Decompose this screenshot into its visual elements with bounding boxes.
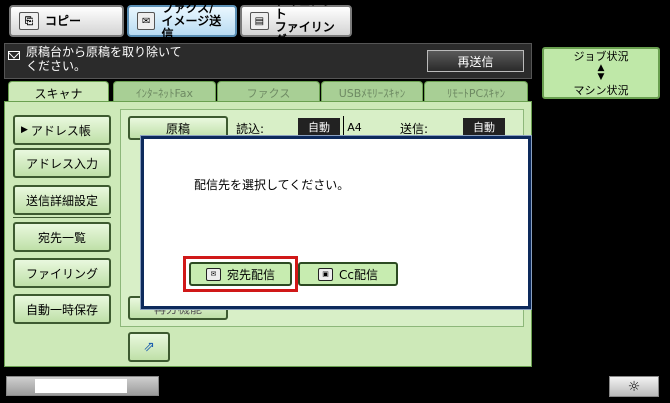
- copy-icon: ⎘: [19, 12, 39, 30]
- progress-bar: [6, 376, 159, 396]
- copy-mode-button[interactable]: ⎘ コピー: [9, 5, 124, 37]
- document-filing-label: ドキュメント ファイリング: [274, 0, 335, 47]
- document-filing-mode-button[interactable]: ▤ ドキュメント ファイリング: [240, 0, 352, 47]
- copy-mode-label: コピー: [45, 13, 82, 28]
- tab-fax[interactable]: ファクス: [217, 81, 320, 103]
- envelope-icon: [8, 51, 20, 60]
- tab-remote-pc-scan[interactable]: ﾘﾓｰﾄPCｽｷｬﾝ: [424, 81, 528, 103]
- brightness-button[interactable]: ☼: [609, 376, 659, 397]
- to-delivery-icon: ✉: [205, 267, 221, 281]
- fax-image-send-label: ファクス/ イメージ送信: [161, 0, 222, 41]
- job-status-button[interactable]: ジョブ状況 ▲ ▼ マシン状況: [542, 47, 660, 99]
- up-down-arrows-icon: ▲ ▼: [597, 63, 605, 82]
- machine-status-label: マシン状況: [573, 84, 629, 97]
- message-text: 原稿台から原稿を取り除いて ください。: [26, 45, 182, 73]
- to-delivery-label: 宛先配信: [226, 267, 275, 282]
- tab-usb-memory-scan[interactable]: USBﾒﾓﾘｰｽｷｬﾝ: [321, 81, 423, 103]
- read-label: 読込:: [236, 122, 265, 136]
- send-scan-icon-button[interactable]: ⇗: [128, 332, 170, 362]
- to-delivery-button[interactable]: ✉ 宛先配信: [189, 262, 292, 286]
- auto-temp-save-button[interactable]: 自動一時保存: [13, 294, 111, 324]
- send-label: 送信:: [400, 122, 429, 136]
- sun-icon: ☼: [627, 378, 641, 395]
- paper-size: A4: [343, 116, 365, 138]
- cc-delivery-button[interactable]: ▣ Cc配信: [298, 262, 398, 286]
- dialog-message: 配信先を選択してください。: [194, 178, 350, 192]
- document-filing-icon: ▤: [250, 12, 269, 30]
- read-value: 自動: [298, 118, 340, 136]
- address-book-button[interactable]: アドレス帳: [13, 115, 111, 145]
- tab-internet-fax[interactable]: ｲﾝﾀｰﾈｯﾄFax: [113, 81, 216, 103]
- cc-delivery-label: Cc配信: [339, 267, 378, 282]
- address-entry-button[interactable]: アドレス入力: [13, 148, 111, 178]
- address-list-button[interactable]: 宛先一覧: [13, 222, 111, 252]
- send-settings-button[interactable]: 送信詳細設定: [13, 185, 111, 215]
- fax-image-send-mode-button[interactable]: ✉ ファクス/ イメージ送信: [127, 1, 237, 40]
- filing-button[interactable]: ファイリング: [13, 258, 111, 288]
- resend-button[interactable]: 再送信: [427, 50, 524, 72]
- divider: [13, 217, 111, 218]
- cc-delivery-icon: ▣: [318, 267, 333, 281]
- job-status-label: ジョブ状況: [573, 50, 629, 63]
- send-value: 自動: [463, 118, 505, 136]
- fax-image-send-icon: ✉: [137, 12, 156, 30]
